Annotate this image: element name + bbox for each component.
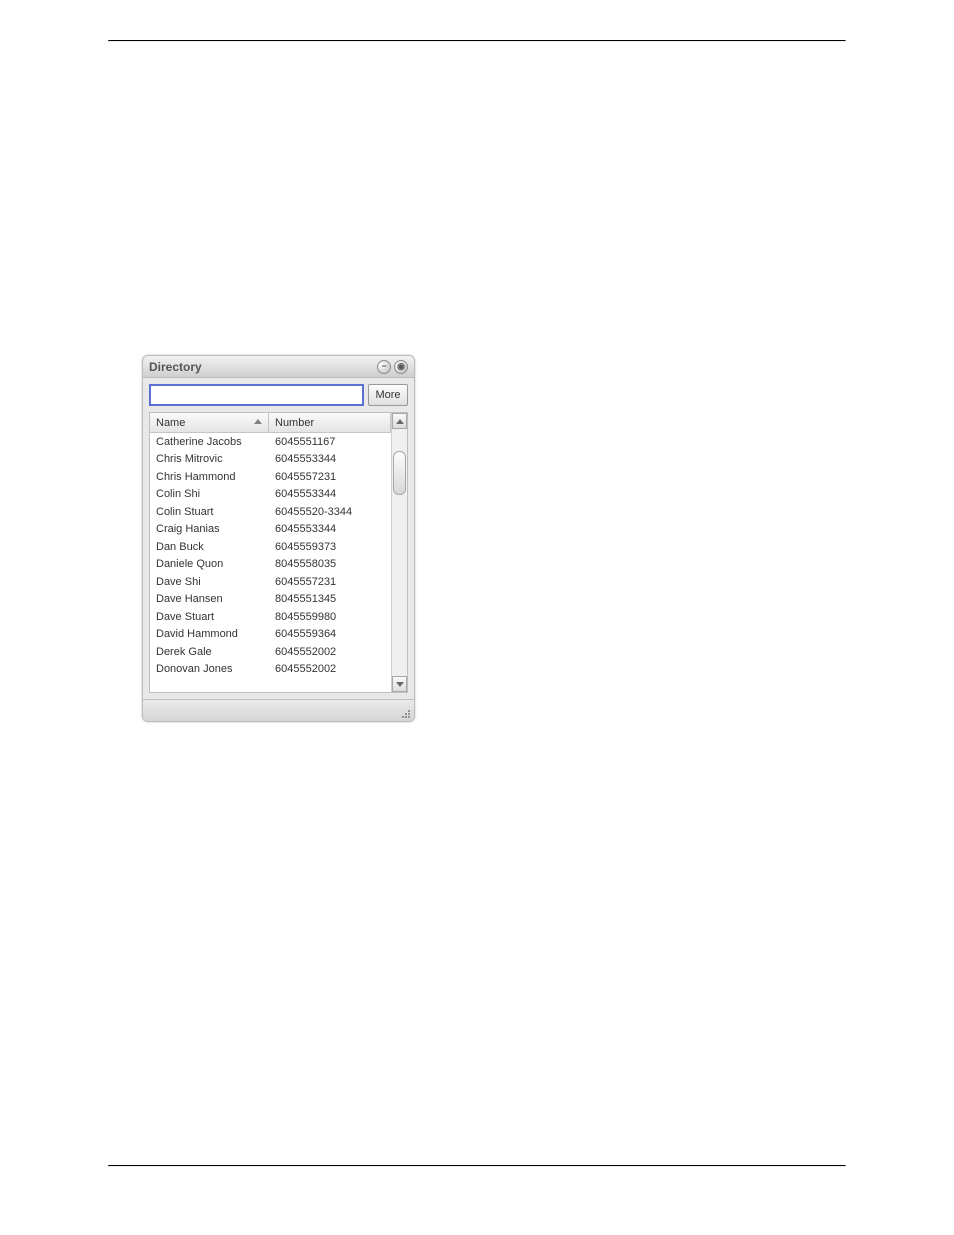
cell-number: 6045553344 <box>269 488 391 500</box>
cell-name: Chris Hammond <box>150 471 269 483</box>
column-label: Name <box>156 417 185 429</box>
scrollbar[interactable] <box>391 413 407 692</box>
table-row[interactable]: Derek Gale6045552002 <box>150 643 391 661</box>
cell-name: Colin Stuart <box>150 506 269 518</box>
cell-number: 60455520-3344 <box>269 506 391 518</box>
table-header: Name Number <box>150 413 391 433</box>
cell-name: Craig Hanias <box>150 523 269 535</box>
table-row[interactable]: Daniele Quon8045558035 <box>150 556 391 574</box>
cell-name: Colin Shi <box>150 488 269 500</box>
table-row[interactable]: Donovan Jones6045552002 <box>150 661 391 679</box>
table-row[interactable]: Chris Mitrovic6045553344 <box>150 451 391 469</box>
table-row[interactable]: Dave Shi6045557231 <box>150 573 391 591</box>
column-label: Number <box>275 417 314 429</box>
directory-table: Name Number Catherine Jacobs6045551167Ch… <box>149 412 408 693</box>
scroll-track[interactable] <box>392 429 407 676</box>
titlebar[interactable]: Directory − ◉ <box>143 356 414 378</box>
chevron-up-icon <box>396 419 404 424</box>
resize-grip-icon[interactable] <box>400 708 410 718</box>
cell-number: 6045559364 <box>269 628 391 640</box>
cell-name: Daniele Quon <box>150 558 269 570</box>
table-row[interactable]: Dave Stuart8045559980 <box>150 608 391 626</box>
cell-number: 6045553344 <box>269 523 391 535</box>
cell-number: 6045553344 <box>269 453 391 465</box>
cell-number: 6045551167 <box>269 436 391 448</box>
table-row[interactable]: Dave Hansen8045551345 <box>150 591 391 609</box>
cell-name: Dave Shi <box>150 576 269 588</box>
scroll-up-button[interactable] <box>392 413 407 429</box>
table-row[interactable]: Chris Hammond6045557231 <box>150 468 391 486</box>
scroll-down-button[interactable] <box>392 676 407 692</box>
cell-number: 6045559373 <box>269 541 391 553</box>
sort-asc-icon <box>254 419 262 424</box>
chevron-down-icon <box>396 682 404 687</box>
table-row[interactable]: Catherine Jacobs6045551167 <box>150 433 391 451</box>
column-header-number[interactable]: Number <box>269 413 391 432</box>
cell-name: Catherine Jacobs <box>150 436 269 448</box>
cell-number: 8045559980 <box>269 611 391 623</box>
cell-number: 6045552002 <box>269 646 391 658</box>
cell-number: 8045558035 <box>269 558 391 570</box>
window-title: Directory <box>149 360 374 374</box>
search-input[interactable] <box>149 384 364 406</box>
search-bar: More <box>143 378 414 412</box>
cell-number: 6045552002 <box>269 663 391 675</box>
cell-number: 8045551345 <box>269 593 391 605</box>
minimize-icon[interactable]: − <box>377 360 391 374</box>
more-button[interactable]: More <box>368 384 408 406</box>
scroll-thumb[interactable] <box>393 451 406 495</box>
cell-number: 6045557231 <box>269 471 391 483</box>
table-row[interactable]: Dan Buck6045559373 <box>150 538 391 556</box>
table-row[interactable]: Colin Stuart60455520-3344 <box>150 503 391 521</box>
table-row[interactable]: David Hammond6045559364 <box>150 626 391 644</box>
cell-name: David Hammond <box>150 628 269 640</box>
cell-name: Dan Buck <box>150 541 269 553</box>
status-bar <box>143 699 414 721</box>
column-header-name[interactable]: Name <box>150 413 269 432</box>
cell-name: Dave Stuart <box>150 611 269 623</box>
table-row[interactable]: Colin Shi6045553344 <box>150 486 391 504</box>
cell-name: Chris Mitrovic <box>150 453 269 465</box>
table-row[interactable]: Craig Hanias6045553344 <box>150 521 391 539</box>
cell-name: Donovan Jones <box>150 663 269 675</box>
directory-window: Directory − ◉ More Name Number Catherine… <box>142 355 415 722</box>
cell-number: 6045557231 <box>269 576 391 588</box>
close-icon[interactable]: ◉ <box>394 360 408 374</box>
cell-name: Dave Hansen <box>150 593 269 605</box>
cell-name: Derek Gale <box>150 646 269 658</box>
